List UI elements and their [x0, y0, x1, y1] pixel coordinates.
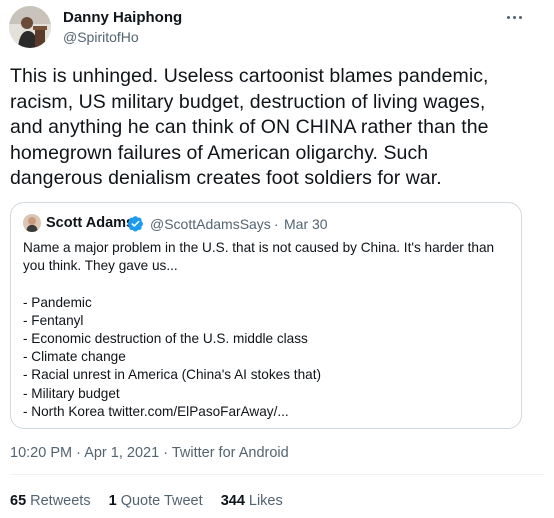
- quotes-label: Quote Tweet: [120, 493, 203, 509]
- quoted-list-item: - Pandemic: [23, 294, 92, 310]
- tweet-date[interactable]: Apr 1, 2021: [84, 445, 159, 461]
- quoted-avatar-image: [23, 214, 41, 232]
- tweet-text-line: racism, US military budget, destruction …: [10, 90, 486, 113]
- tweet-source[interactable]: Twitter for Android: [172, 445, 289, 461]
- tweet: Danny Haiphong @SpiritofHo This is unhin…: [0, 0, 554, 518]
- more-options-icon[interactable]: [500, 6, 528, 28]
- tweet-text-line: homegrown failures of American oligarchy…: [10, 141, 429, 164]
- tweet-text: This is unhinged. Useless cartoonist bla…: [10, 64, 550, 192]
- quoted-text-line: Name a major problem in the U.S. that is…: [23, 240, 495, 255]
- tweet-stats: 65 Retweets 1 Quote Tweet 344 Likes: [10, 493, 297, 509]
- quoted-author-handle: @ScottAdamsSays: [150, 216, 271, 232]
- tweet-meta: 10:20 PM · Apr 1, 2021 · Twitter for And…: [10, 445, 289, 461]
- dot: [512, 15, 516, 19]
- dot: [518, 15, 522, 19]
- retweets-stat[interactable]: 65 Retweets: [10, 493, 91, 509]
- divider: [10, 474, 544, 475]
- quoted-list-item: - Fentanyl: [23, 312, 84, 328]
- quoted-list-item: - Economic destruction of the U.S. middl…: [23, 331, 308, 346]
- likes-count: 344: [220, 493, 245, 509]
- quoted-text: Name a major problem in the U.S. that is…: [23, 239, 515, 421]
- retweets-label: Retweets: [30, 493, 91, 509]
- quoted-text-gap: [23, 275, 515, 293]
- quoted-author-avatar: [23, 214, 41, 232]
- meta-separator: ·: [76, 445, 81, 461]
- author-avatar-image: [9, 6, 51, 48]
- meta-separator: ·: [163, 445, 169, 461]
- quoted-tweet[interactable]: Scott Adams @ScottAdamsSays · Mar 30 Nam…: [10, 202, 522, 429]
- author-avatar[interactable]: [9, 6, 51, 48]
- tweet-text-line: dangerous denialism creates foot soldier…: [10, 167, 442, 189]
- author-name[interactable]: Danny Haiphong: [63, 9, 182, 26]
- quoted-list-item: - Military budget: [23, 385, 120, 401]
- quoted-list-item: - North Korea twitter.com/ElPasoFarAway/…: [23, 403, 289, 419]
- likes-stat[interactable]: 344 Likes: [221, 493, 283, 509]
- quoted-text-line: you think. They gave us...: [23, 258, 178, 274]
- quote-tweets-stat[interactable]: 1 Quote Tweet: [109, 493, 203, 509]
- tweet-text-line: This is unhinged. Useless cartoonist bla…: [10, 65, 489, 87]
- tweet-time[interactable]: 10:20 PM: [10, 445, 72, 461]
- dot: [506, 15, 510, 19]
- likes-label: Likes: [248, 493, 283, 509]
- quoted-list-item: - Climate change: [23, 349, 126, 365]
- quoted-author-name: Scott Adams: [46, 215, 135, 231]
- quoted-list-item: - Racial unrest in America (China's AI s…: [23, 367, 321, 383]
- author-handle[interactable]: @SpiritofHo: [63, 29, 139, 45]
- tweet-text-line: and anything he can think of ON CHINA ra…: [10, 116, 489, 138]
- retweets-count: 65: [10, 493, 27, 509]
- verified-badge-icon: [127, 216, 143, 232]
- quoted-date: Mar 30: [284, 216, 328, 232]
- quoted-separator: ·: [274, 216, 279, 232]
- quotes-count: 1: [108, 493, 117, 509]
